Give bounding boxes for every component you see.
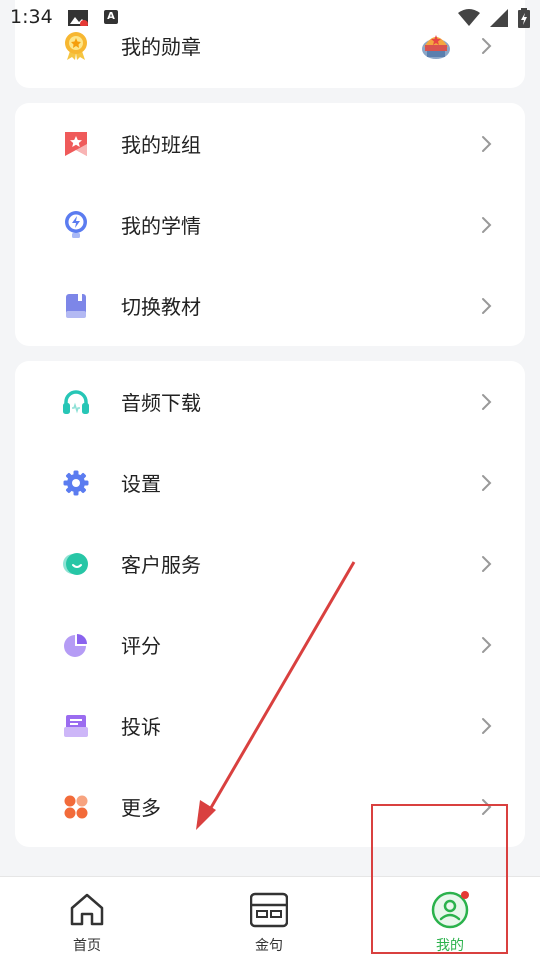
quotes-card-icon: [250, 892, 288, 928]
user-profile-icon: [431, 891, 469, 929]
menu-item-label: 切换教材: [121, 295, 201, 319]
status-icons: [458, 8, 530, 28]
bottom-tab-bar: 首页 金句 我的: [0, 876, 540, 961]
complaint-icon: [61, 711, 91, 741]
chevron-right-icon: [482, 717, 492, 734]
lightbulb-icon: [61, 210, 91, 240]
chevron-right-icon: [482, 555, 492, 572]
menu-item-label: 我的学情: [121, 214, 201, 238]
menu-item-complaint[interactable]: 投诉: [15, 685, 525, 766]
menu-card-study: 我的班组 我的学情 切换教材: [15, 103, 525, 346]
menu-item-label: 我的班组: [121, 133, 201, 157]
tab-quotes[interactable]: 金句: [209, 877, 329, 961]
chevron-right-icon: [482, 297, 492, 314]
chevron-right-icon: [482, 37, 492, 54]
wifi-icon: [458, 9, 480, 26]
rating-icon: [61, 630, 91, 660]
menu-item-settings[interactable]: 设置: [15, 442, 525, 523]
menu-item-label: 评分: [121, 634, 161, 658]
menu-item-label: 投诉: [121, 715, 161, 739]
menu-item-my-class[interactable]: 我的班组: [15, 103, 525, 184]
status-bar: 1:34 A: [0, 0, 540, 36]
customer-service-icon: [61, 549, 91, 579]
status-time: 1:34: [10, 6, 53, 28]
menu-item-label: 设置: [121, 472, 161, 496]
textbook-icon: [61, 291, 91, 321]
menu-item-label: 音频下载: [121, 391, 201, 415]
tab-mine[interactable]: 我的: [390, 877, 510, 961]
headphones-icon: [61, 387, 91, 417]
home-icon: [70, 893, 104, 926]
tab-mine-label: 我的: [436, 938, 464, 954]
menu-item-study-status[interactable]: 我的学情: [15, 184, 525, 265]
menu-item-customer-service[interactable]: 客户服务: [15, 523, 525, 604]
chevron-right-icon: [482, 216, 492, 233]
tab-quotes-label: 金句: [255, 938, 283, 954]
gear-icon: [61, 468, 91, 498]
menu-card-settings: 音频下载 设置 客户服务 评分 投诉 更多: [15, 361, 525, 847]
menu-item-audio-download[interactable]: 音频下载: [15, 361, 525, 442]
class-flag-icon: [61, 129, 91, 159]
chevron-right-icon: [482, 798, 492, 815]
more-icon: [61, 792, 91, 822]
menu-item-label: 更多: [121, 796, 161, 820]
chevron-right-icon: [482, 474, 492, 491]
chevron-right-icon: [482, 135, 492, 152]
signal-icon: [490, 9, 508, 27]
menu-item-more[interactable]: 更多: [15, 766, 525, 847]
menu-item-switch-textbook[interactable]: 切换教材: [15, 265, 525, 346]
battery-icon: [518, 8, 530, 28]
app-notification-icon: A: [104, 10, 118, 24]
chevron-right-icon: [482, 393, 492, 410]
menu-item-rating[interactable]: 评分: [15, 604, 525, 685]
menu-item-label: 客户服务: [121, 553, 201, 577]
tab-home-label: 首页: [73, 938, 101, 954]
image-notification-icon: [68, 10, 88, 26]
tab-home[interactable]: 首页: [27, 877, 147, 961]
chevron-right-icon: [482, 636, 492, 653]
